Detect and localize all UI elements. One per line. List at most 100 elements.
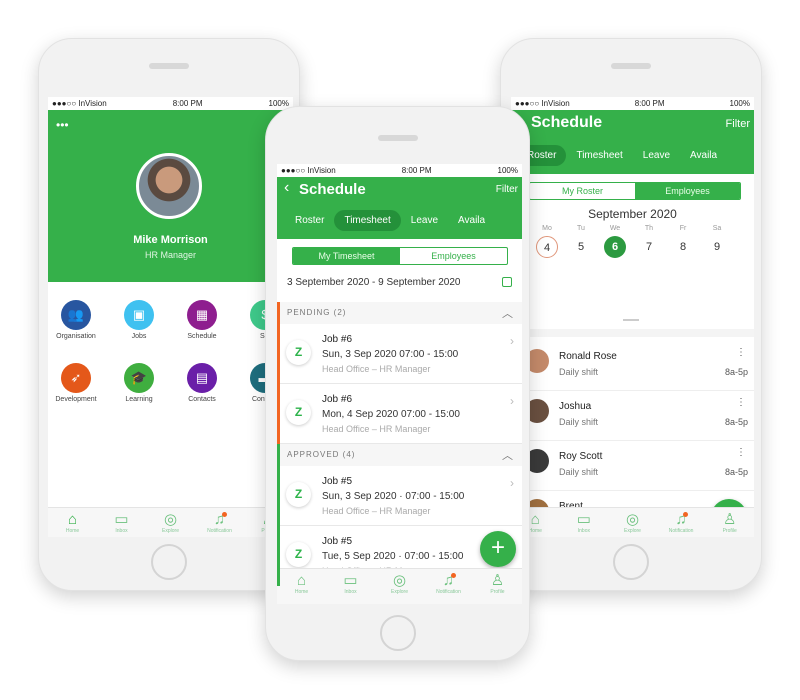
nav-explore[interactable]: ◎ Explore bbox=[612, 511, 652, 535]
job-date: Mon, 4 Sep 2020 07:00 - 15:00 bbox=[322, 409, 460, 420]
nav-notification[interactable]: ♫ Notification bbox=[661, 511, 701, 535]
home-button[interactable] bbox=[151, 544, 187, 580]
company-logo-icon: Z bbox=[286, 340, 311, 365]
employee-row[interactable]: Ronald Rose Daily shift 8a-5p ⋮ bbox=[511, 341, 754, 391]
date-range[interactable]: 3 September 2020 - 9 September 2020 bbox=[287, 277, 460, 288]
company-logo-icon: Z bbox=[286, 482, 311, 507]
nav-label: Home bbox=[294, 589, 309, 595]
segment-employees[interactable]: Employees bbox=[400, 248, 507, 264]
app-development[interactable]: ➶ Development bbox=[48, 363, 106, 403]
time: 8:00 PM bbox=[401, 166, 432, 175]
home-button[interactable] bbox=[379, 615, 416, 651]
more-options-icon[interactable]: ⋮ bbox=[736, 397, 746, 408]
weekday-label: Sa bbox=[712, 225, 722, 232]
home-icon: ⌂ bbox=[67, 511, 78, 528]
carrier: ●●●○○ InVision bbox=[515, 99, 570, 108]
weekday-label: Th bbox=[644, 225, 654, 232]
time: 8:00 PM bbox=[634, 99, 665, 108]
calendar-icon[interactable] bbox=[502, 277, 512, 287]
tab-availa[interactable]: Availa bbox=[448, 210, 495, 231]
back-icon[interactable]: ‹ bbox=[284, 179, 289, 197]
segment-my-roster[interactable]: My Roster bbox=[530, 183, 635, 199]
app-contacts[interactable]: ▤ Contacts bbox=[172, 363, 232, 403]
calendar-day[interactable]: Fr 8 bbox=[671, 225, 695, 258]
app-learning[interactable]: 🎓 Learning bbox=[109, 363, 169, 403]
briefcase-icon: ▣ bbox=[124, 300, 154, 330]
phone-timesheet: ●●●○○ InVision 8:00 PM 100% ‹ Schedule Fil… bbox=[265, 106, 530, 661]
speaker bbox=[149, 63, 189, 69]
timesheet-header: ‹ Schedule Filter Roster Timesheet Leave Av… bbox=[277, 177, 522, 239]
avatar[interactable] bbox=[136, 153, 202, 219]
filter-button[interactable]: Filter bbox=[726, 118, 750, 130]
more-menu-icon[interactable]: ••• bbox=[56, 118, 69, 132]
more-options-icon[interactable]: ⋮ bbox=[736, 347, 746, 358]
chevron-up-icon[interactable]: ︿ bbox=[502, 305, 514, 321]
more-options-icon[interactable]: ⋮ bbox=[736, 447, 746, 458]
app-organisation[interactable]: 👥 Organisation bbox=[48, 300, 106, 340]
add-button[interactable]: + bbox=[480, 531, 516, 567]
tab-leave[interactable]: Leave bbox=[401, 210, 448, 231]
nav-home[interactable]: ⌂ Home bbox=[282, 573, 322, 596]
nav-label: Profile bbox=[490, 589, 505, 595]
phone-roster: ●●●○○ InVision 8:00 PM 100% Schedule Filte… bbox=[500, 38, 762, 591]
nav-label: Inbox bbox=[115, 528, 128, 534]
explore-icon: ◎ bbox=[625, 511, 640, 528]
roster-screen: ●●●○○ InVision 8:00 PM 100% Schedule Filte… bbox=[511, 97, 754, 537]
users-icon: 👥 bbox=[61, 300, 91, 330]
nav-home[interactable]: ⌂ Home bbox=[53, 511, 93, 535]
calendar-day[interactable]: Sa 9 bbox=[705, 225, 729, 258]
calendar-day[interactable]: Tu 5 bbox=[569, 225, 593, 258]
tab-timesheet[interactable]: Timesheet bbox=[566, 145, 632, 166]
chevron-up-icon[interactable]: ︿ bbox=[502, 447, 514, 463]
phone-profile: ●●●○○ InVision 8:00 PM 100% ••• Mike Morri… bbox=[38, 38, 300, 591]
section-header[interactable]: APPROVED (4) ︿ bbox=[277, 444, 522, 466]
segment-my-timesheet[interactable]: My Timesheet bbox=[293, 248, 400, 264]
calendar-day[interactable]: Th 7 bbox=[637, 225, 661, 258]
tab-leave[interactable]: Leave bbox=[633, 145, 680, 166]
job-row[interactable]: Z Job #6 Mon, 4 Sep 2020 07:00 - 15:00 Head… bbox=[277, 384, 522, 444]
tab-timesheet[interactable]: Timesheet bbox=[334, 210, 401, 231]
employee-row[interactable]: Roy Scott Daily shift 8a-5p ⋮ bbox=[511, 441, 754, 491]
employee-row[interactable]: Joshua Daily shift 8a-5p ⋮ bbox=[511, 391, 754, 441]
time: 8:00 PM bbox=[172, 99, 203, 108]
nav-inbox[interactable]: ▭ Inbox bbox=[564, 512, 604, 535]
nav-profile[interactable]: ♙Profile bbox=[478, 573, 518, 596]
tab-availa[interactable]: Availa bbox=[680, 145, 727, 166]
bell-icon: ♫ bbox=[675, 511, 687, 528]
segment-employees[interactable]: Employees bbox=[635, 183, 740, 199]
job-row[interactable]: Z Job #5 Sun, 3 Sep 2020 · 07:00 - 15:00 He… bbox=[277, 466, 522, 526]
nav-notification[interactable]: ♫ Notification bbox=[200, 512, 240, 535]
employee-name: Ronald Rose bbox=[559, 351, 617, 362]
nav-explore[interactable]: ◎ Explore bbox=[151, 511, 191, 535]
nav-label: Inbox bbox=[577, 528, 590, 534]
chevron-right-icon: › bbox=[510, 394, 514, 408]
explore-icon: ◎ bbox=[163, 511, 178, 528]
bottom-nav: ⌂Home▭Inbox◎Explore♫Notification♙Profile bbox=[511, 507, 754, 537]
employee-name: Joshua bbox=[559, 401, 592, 412]
drag-handle[interactable] bbox=[623, 319, 639, 321]
section-title: APPROVED (4) bbox=[287, 450, 356, 459]
nav-explore[interactable]: ◎ Explore bbox=[380, 573, 420, 596]
job-title: Job #6 bbox=[322, 334, 353, 345]
month-label: September 2020 bbox=[588, 207, 677, 221]
app-schedule[interactable]: ▦ Schedule bbox=[172, 300, 232, 340]
nav-profile[interactable]: ♙Profile bbox=[710, 512, 750, 535]
profile-screen: ●●●○○ InVision 8:00 PM 100% ••• Mike Morri… bbox=[48, 97, 293, 537]
calendar-day[interactable]: We 6 bbox=[603, 225, 627, 258]
graduation-cap-icon: 🎓 bbox=[124, 363, 154, 393]
nav-inbox[interactable]: ▭ Inbox bbox=[102, 512, 142, 535]
tab-roster[interactable]: Roster bbox=[285, 210, 334, 231]
rocket-icon: ➶ bbox=[61, 363, 91, 393]
day-number: 8 bbox=[679, 241, 687, 253]
job-row[interactable]: Z Job #6 Sun, 3 Sep 2020 07:00 - 15:00 Head… bbox=[277, 324, 522, 384]
nav-notification[interactable]: ♫ Notification bbox=[429, 573, 469, 596]
filter-button[interactable]: Filter bbox=[496, 184, 518, 195]
home-button[interactable] bbox=[613, 544, 649, 580]
day-number: 5 bbox=[577, 241, 585, 253]
calendar-day[interactable]: Mo 4 bbox=[535, 225, 559, 258]
user-name: Mike Morrison bbox=[133, 234, 208, 246]
notification-dot bbox=[450, 573, 456, 578]
nav-inbox[interactable]: ▭ Inbox bbox=[331, 573, 371, 596]
section-header[interactable]: PENDING (2) ︿ bbox=[277, 302, 522, 324]
app-jobs[interactable]: ▣ Jobs bbox=[109, 300, 169, 340]
